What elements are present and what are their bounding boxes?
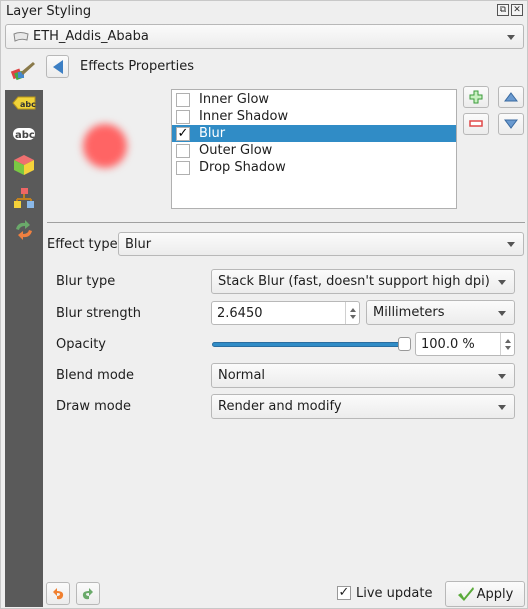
effect-item-outer-glow[interactable]: Outer Glow	[172, 142, 456, 159]
effect-item-blur[interactable]: ✓ Blur	[172, 125, 456, 142]
plus-icon	[469, 90, 483, 104]
move-up-button[interactable]	[498, 86, 524, 108]
minus-icon	[469, 120, 483, 127]
svg-text:abc: abc	[15, 130, 35, 141]
effect-type-label: Effect type	[47, 237, 118, 252]
live-update-checkbox[interactable]: ✓	[337, 586, 351, 600]
history-icon[interactable]	[9, 219, 39, 241]
back-button[interactable]	[46, 55, 69, 78]
draw-mode-select[interactable]: Render and modify	[211, 394, 515, 419]
spinbox-arrows[interactable]	[345, 302, 359, 324]
chevron-down-icon	[498, 310, 506, 316]
live-update-label: Live update	[356, 586, 433, 601]
panel-title: Layer Styling	[6, 4, 92, 19]
layer-name: ETH_Addis_Ababa	[33, 29, 149, 44]
masks-icon[interactable]: abc	[9, 123, 39, 145]
float-icon[interactable]: ⧉	[497, 4, 509, 16]
blend-mode-select[interactable]: Normal	[211, 363, 515, 388]
draw-mode-label: Draw mode	[56, 399, 131, 414]
arrow-down-icon	[504, 119, 518, 129]
effect-type-select[interactable]: Blur	[118, 232, 524, 256]
undo-icon	[53, 587, 64, 599]
symbology-paintbrush-icon[interactable]	[10, 58, 36, 86]
checkmark-icon	[457, 587, 474, 601]
diagrams-icon[interactable]	[9, 187, 39, 209]
add-effect-button[interactable]	[463, 86, 489, 108]
back-arrow-icon	[52, 59, 63, 74]
opacity-slider-handle[interactable]	[398, 337, 411, 351]
sidebar: abc abc	[5, 90, 43, 607]
opacity-slider[interactable]	[212, 342, 402, 347]
move-down-button[interactable]	[498, 113, 524, 135]
chevron-down-icon	[507, 242, 515, 247]
checkbox-checked[interactable]: ✓	[176, 126, 190, 141]
undo-button[interactable]	[46, 582, 70, 605]
effect-item-inner-glow[interactable]: Inner Glow	[172, 91, 456, 108]
layer-selector[interactable]: ETH_Addis_Ababa	[5, 24, 524, 49]
3d-view-icon[interactable]	[9, 154, 39, 176]
divider	[47, 222, 525, 223]
checkbox[interactable]	[176, 92, 190, 107]
remove-effect-button[interactable]	[463, 113, 489, 135]
blur-type-label: Blur type	[56, 274, 116, 289]
checkbox[interactable]	[176, 143, 190, 158]
redo-button[interactable]	[76, 582, 100, 605]
effect-item-inner-shadow[interactable]: Inner Shadow	[172, 108, 456, 125]
opacity-input[interactable]: 100.0 %	[415, 332, 515, 356]
effect-item-drop-shadow[interactable]: Drop Shadow	[172, 159, 456, 176]
spinbox-arrows[interactable]	[500, 333, 514, 355]
apply-button[interactable]: Apply	[445, 581, 525, 607]
checkbox[interactable]	[176, 109, 190, 124]
arrow-up-icon	[504, 92, 518, 102]
checkbox[interactable]	[176, 160, 190, 175]
chevron-down-icon	[507, 34, 515, 40]
effects-list: Inner Glow Inner Shadow ✓ Blur Outer Glow…	[171, 89, 457, 209]
chevron-down-icon	[498, 279, 506, 285]
effects-properties-title: Effects Properties	[80, 59, 195, 74]
effect-preview	[83, 124, 127, 168]
opacity-label: Opacity	[56, 337, 107, 352]
svg-text:abc: abc	[20, 100, 36, 109]
blur-strength-input[interactable]: 2.6450	[211, 301, 360, 325]
redo-icon	[82, 587, 93, 599]
polygon-layer-icon	[13, 31, 29, 42]
blend-mode-label: Blend mode	[56, 368, 135, 383]
blur-unit-select[interactable]: Millimeters	[366, 300, 515, 325]
chevron-down-icon	[498, 404, 506, 410]
blur-strength-label: Blur strength	[56, 306, 142, 321]
blur-type-select[interactable]: Stack Blur (fast, doesn't support high d…	[211, 269, 515, 294]
labels-icon[interactable]: abc	[9, 92, 39, 114]
chevron-down-icon	[498, 373, 506, 379]
close-icon[interactable]: ✕	[511, 4, 523, 16]
